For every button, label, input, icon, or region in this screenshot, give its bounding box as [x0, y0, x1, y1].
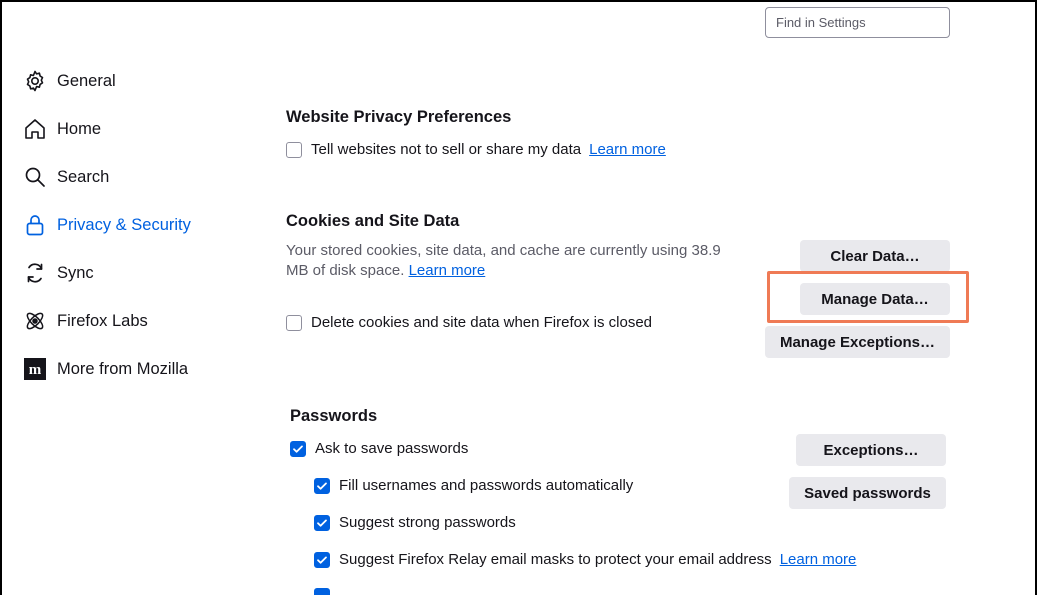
desc-text: MB of disk space.	[286, 262, 405, 279]
svg-text:m: m	[29, 362, 42, 378]
manage-data-button[interactable]: Manage Data…	[800, 283, 950, 315]
checkbox-label: Suggest Firefox Relay email masks to pro…	[339, 551, 772, 568]
suggest-strong-row: Suggest strong passwords	[314, 514, 516, 531]
section-title: Cookies and Site Data	[286, 212, 460, 230]
delete-on-close-checkbox[interactable]	[286, 314, 302, 331]
cut-off-row	[314, 588, 339, 595]
learn-more-link[interactable]: Learn more	[589, 141, 666, 158]
labs-icon	[22, 308, 48, 334]
sidebar-item-firefox-labs[interactable]: Firefox Labs	[22, 306, 242, 336]
checkbox-label: Delete cookies and site data when Firefo…	[311, 314, 653, 331]
gpc-checkbox[interactable]	[286, 141, 302, 158]
fill-auto-checkbox[interactable]	[314, 477, 330, 494]
sidebar-item-search[interactable]: Search	[22, 162, 242, 192]
suggest-relay-checkbox[interactable]	[314, 551, 330, 568]
sidebar-item-label: General	[57, 71, 116, 90]
section-title: Passwords	[290, 407, 378, 425]
sidebar-item-sync[interactable]: Sync	[22, 258, 242, 288]
mozilla-icon: m	[22, 356, 48, 382]
manage-exceptions-button[interactable]: Manage Exceptions…	[765, 326, 950, 358]
suggest-strong-checkbox[interactable]	[314, 514, 330, 531]
password-exceptions-button[interactable]: Exceptions…	[796, 434, 946, 466]
sidebar-item-label: More from Mozilla	[57, 359, 189, 378]
cookies-description: Your stored cookies, site data, and cach…	[286, 241, 756, 281]
sidebar-item-label: Privacy & Security	[57, 215, 191, 234]
desc-line-2: MB of disk space. Learn more	[286, 261, 756, 281]
check-icon	[293, 445, 303, 453]
sidebar-item-label: Search	[57, 167, 110, 186]
sidebar-item-label: Firefox Labs	[57, 311, 148, 330]
clear-data-button[interactable]: Clear Data…	[800, 240, 950, 272]
find-in-settings-input[interactable]	[765, 7, 950, 38]
sidebar-item-home[interactable]: Home	[22, 114, 242, 144]
desc-line: Your stored cookies, site data, and cach…	[286, 242, 721, 259]
learn-more-link[interactable]: Learn more	[780, 551, 857, 568]
checkbox-label: Ask to save passwords	[315, 440, 469, 457]
sidebar-item-more-from-mozilla[interactable]: m More from Mozilla	[22, 354, 242, 384]
home-icon	[22, 116, 48, 142]
check-icon	[317, 556, 327, 564]
saved-passwords-button[interactable]: Saved passwords	[789, 477, 946, 509]
suggest-relay-row: Suggest Firefox Relay email masks to pro…	[314, 551, 856, 568]
gear-icon	[22, 68, 48, 94]
search-icon	[22, 164, 48, 190]
sidebar-item-privacy-security[interactable]: Privacy & Security	[22, 210, 242, 240]
sync-icon	[22, 260, 48, 286]
sidebar-item-label: Sync	[57, 263, 94, 282]
ask-save-checkbox[interactable]	[290, 440, 306, 457]
fill-auto-row: Fill usernames and passwords automatical…	[314, 477, 633, 494]
learn-more-link[interactable]: Learn more	[409, 262, 486, 279]
delete-on-close-row: Delete cookies and site data when Firefo…	[286, 314, 652, 331]
cut-off-checkbox[interactable]	[314, 588, 330, 595]
check-icon	[317, 519, 327, 527]
ask-save-row: Ask to save passwords	[290, 440, 468, 457]
sidebar-item-general[interactable]: General	[22, 66, 242, 96]
checkbox-label: Suggest strong passwords	[339, 514, 516, 531]
check-icon	[317, 482, 327, 490]
gpc-row: Tell websites not to sell or share my da…	[286, 141, 666, 158]
sidebar-item-label: Home	[57, 119, 102, 138]
lock-icon	[22, 212, 48, 238]
section-title: Website Privacy Preferences	[286, 108, 512, 126]
checkbox-label: Tell websites not to sell or share my da…	[311, 141, 582, 158]
checkbox-label: Fill usernames and passwords automatical…	[339, 477, 634, 494]
